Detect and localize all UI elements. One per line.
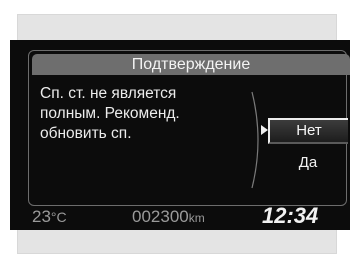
temperature-unit: °C	[50, 209, 67, 225]
odometer: 002300km	[132, 206, 205, 229]
odometer-unit: km	[188, 211, 205, 225]
dialog-message: Сп. ст. не является полным. Рекоменд. об…	[40, 84, 250, 144]
odometer-value: 002300	[132, 207, 189, 226]
no-button[interactable]: Нет	[268, 118, 348, 144]
selector-curve-divider	[251, 91, 259, 189]
dialog-title: Подтверждение	[32, 54, 350, 75]
message-line-2: полным. Рекоменд.	[40, 105, 180, 122]
outside-temperature: 23°C	[32, 206, 67, 228]
selection-arrow-icon	[261, 125, 268, 135]
dashboard-screen: Подтверждение Сп. ст. не является полным…	[10, 40, 350, 230]
temperature-value: 23	[32, 207, 51, 226]
yes-button[interactable]: Да	[268, 152, 348, 174]
clock: 12:34	[262, 203, 319, 228]
message-line-1: Сп. ст. не является	[40, 85, 177, 102]
message-line-3: обновить сп.	[40, 125, 132, 142]
